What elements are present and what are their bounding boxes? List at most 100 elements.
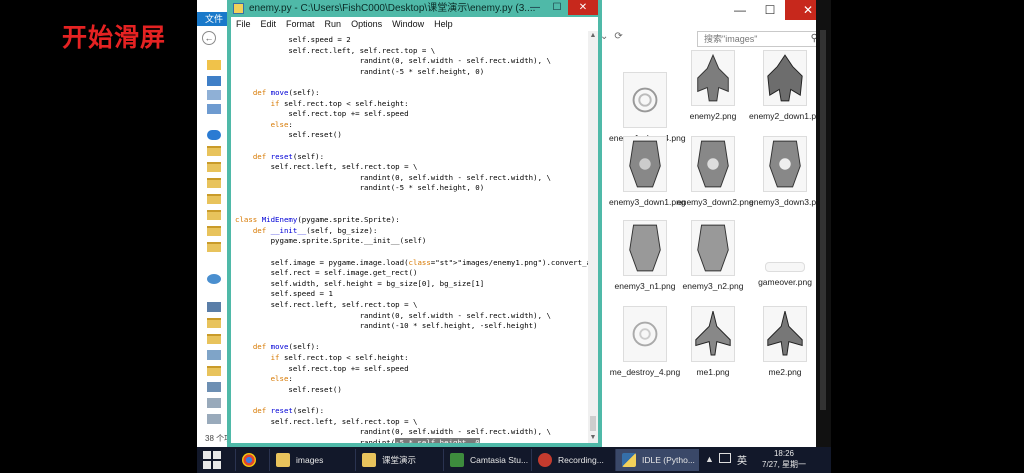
folder-icon [362, 453, 376, 467]
computer-icon[interactable] [207, 302, 221, 312]
boss-image-icon [763, 136, 807, 192]
file-thumbnail[interactable]: gameover.png [749, 262, 821, 312]
folder-icon[interactable] [207, 318, 221, 328]
folder-icon[interactable] [207, 178, 221, 188]
folder-icon[interactable] [207, 194, 221, 204]
clock-time: 18:26 [773, 449, 795, 458]
ime-indicator[interactable]: 英 [737, 452, 747, 467]
menu-options[interactable]: Options [346, 19, 387, 29]
music-icon[interactable] [207, 382, 221, 392]
clock-date: 7/27, 星期一 [762, 460, 807, 469]
maximize-icon[interactable]: ☐ [755, 0, 785, 20]
file-name: gameover.png [758, 277, 812, 287]
chrome-taskbar-button[interactable] [235, 449, 267, 471]
refresh-icon[interactable]: ⟳ [614, 31, 622, 42]
drive-icon[interactable] [207, 414, 221, 424]
plane-image-icon [763, 50, 807, 106]
menu-file[interactable]: File [231, 19, 256, 29]
scrollbar-thumb[interactable] [590, 416, 596, 431]
idle-window-controls: — ☐ ✕ [524, 0, 598, 15]
menu-window[interactable]: Window [387, 19, 429, 29]
code-line: self.rect.left, self.rect.top = \ [235, 300, 418, 309]
scroll-up-icon[interactable]: ▲ [588, 31, 598, 41]
file-thumbnail[interactable]: enemy2.png [677, 50, 749, 134]
camtasia-icon [450, 453, 464, 467]
code-line: randint(-5 * self.height, 0) [235, 183, 485, 193]
minimize-icon[interactable]: — [725, 0, 755, 20]
boss-image-icon [691, 136, 735, 192]
code-line: randint(-5 * self.height, 0) [235, 66, 485, 76]
folder-icon[interactable] [207, 242, 221, 252]
taskbar-label: IDLE (Pytho... [642, 455, 695, 465]
homegroup-icon[interactable] [207, 274, 221, 284]
code-line: def move(self): [252, 342, 320, 352]
menu-edit[interactable]: Edit [256, 19, 282, 29]
menu-run[interactable]: Run [320, 19, 347, 29]
file-thumbnail[interactable]: me_destroy_4.png [609, 306, 681, 390]
code-line: self.speed = 1 [235, 289, 333, 299]
record-icon [538, 453, 552, 467]
code-line: self.rect.left, self.rect.top = \ [235, 45, 436, 55]
file-name: enemy3_n2.png [682, 281, 744, 291]
boss-image-icon [623, 136, 667, 192]
taskbar-label: 课堂演示 [382, 455, 417, 465]
file-thumbnail[interactable]: enemy3_down2.png [677, 136, 754, 220]
show-hidden-icons-icon[interactable]: ▲ [705, 454, 714, 464]
favorites-star-icon[interactable] [207, 60, 221, 70]
drive-icon[interactable] [207, 398, 221, 408]
code-line: randint(-5 * self.height, 0 [235, 437, 480, 443]
editor-scrollbar[interactable]: ▲ ▼ [588, 31, 598, 443]
folder-icon[interactable] [207, 210, 221, 220]
minimize-icon[interactable]: — [524, 0, 546, 15]
file-thumbnail[interactable]: enemy2_down1.png [749, 50, 826, 134]
overlay-caption: 开始滑屏 [62, 23, 167, 52]
explosion-image-icon [623, 72, 667, 128]
folder-icon [276, 453, 290, 467]
file-thumbnail[interactable]: enemy3_down1.png [609, 136, 686, 220]
recent-icon[interactable] [207, 104, 221, 114]
file-thumbnail[interactable]: enemy3_n2.png [677, 220, 749, 304]
onedrive-icon[interactable] [207, 130, 221, 140]
videos-icon[interactable] [207, 350, 221, 360]
explorer-scrollbar[interactable] [816, 0, 831, 447]
menu-help[interactable]: Help [429, 19, 458, 29]
code-line: self.rect.top += self.speed [235, 109, 409, 119]
taskbar-button-camtasia[interactable]: Camtasia Stu... [443, 449, 529, 471]
search-placeholder: 搜索"images" [704, 34, 758, 44]
folder-icon[interactable] [207, 366, 221, 376]
scrollbar-thumb[interactable] [820, 30, 826, 410]
folder-icon[interactable] [207, 226, 221, 236]
search-input[interactable]: 搜索"images" ⚲ [697, 31, 823, 47]
file-thumbnail[interactable]: enemy3_down3.png [749, 136, 826, 220]
code-editor[interactable]: self.speed = 2 self.rect.left, self.rect… [231, 31, 588, 443]
scroll-down-icon[interactable]: ▼ [588, 433, 598, 443]
file-tab[interactable]: 文件 [197, 12, 231, 26]
folder-icon[interactable] [207, 334, 221, 344]
back-icon[interactable]: ← [202, 31, 216, 45]
menu-format[interactable]: Format [281, 19, 320, 29]
file-thumbnail[interactable]: me1.png [677, 306, 749, 390]
folder-icon[interactable] [207, 146, 221, 156]
windows-start-icon[interactable] [203, 451, 221, 469]
clock[interactable]: 18:26 7/27, 星期一 [762, 448, 806, 470]
file-thumbnail[interactable]: enemy3_n1.png [609, 220, 681, 304]
code-line: self.rect.top += self.speed [235, 363, 409, 373]
taskbar-button-idle[interactable]: IDLE (Pytho... [615, 449, 699, 471]
taskbar-button-images[interactable]: images [269, 449, 353, 471]
python-file-icon [233, 3, 244, 14]
desktop-icon[interactable] [207, 76, 221, 86]
downloads-icon[interactable] [207, 90, 221, 100]
file-gallery: enemy1_down4.png enemy2.png enemy2_down1… [599, 50, 831, 432]
taskbar: images 课堂演示 Camtasia Stu... Recording...… [197, 447, 831, 473]
taskbar-button-demo-folder[interactable]: 课堂演示 [355, 449, 441, 471]
player-plane-icon [691, 306, 735, 362]
taskbar-button-recording[interactable]: Recording... [531, 449, 609, 471]
maximize-icon[interactable]: ☐ [546, 0, 568, 15]
close-icon[interactable]: ✕ [568, 0, 598, 15]
code-line: def reset(self): [252, 406, 325, 415]
file-thumbnail[interactable]: me2.png [749, 306, 821, 390]
code-line: self.reset() [235, 384, 342, 394]
code-line: self.rect.left, self.rect.top = \ [235, 416, 418, 426]
network-icon[interactable] [719, 453, 731, 463]
folder-icon[interactable] [207, 162, 221, 172]
